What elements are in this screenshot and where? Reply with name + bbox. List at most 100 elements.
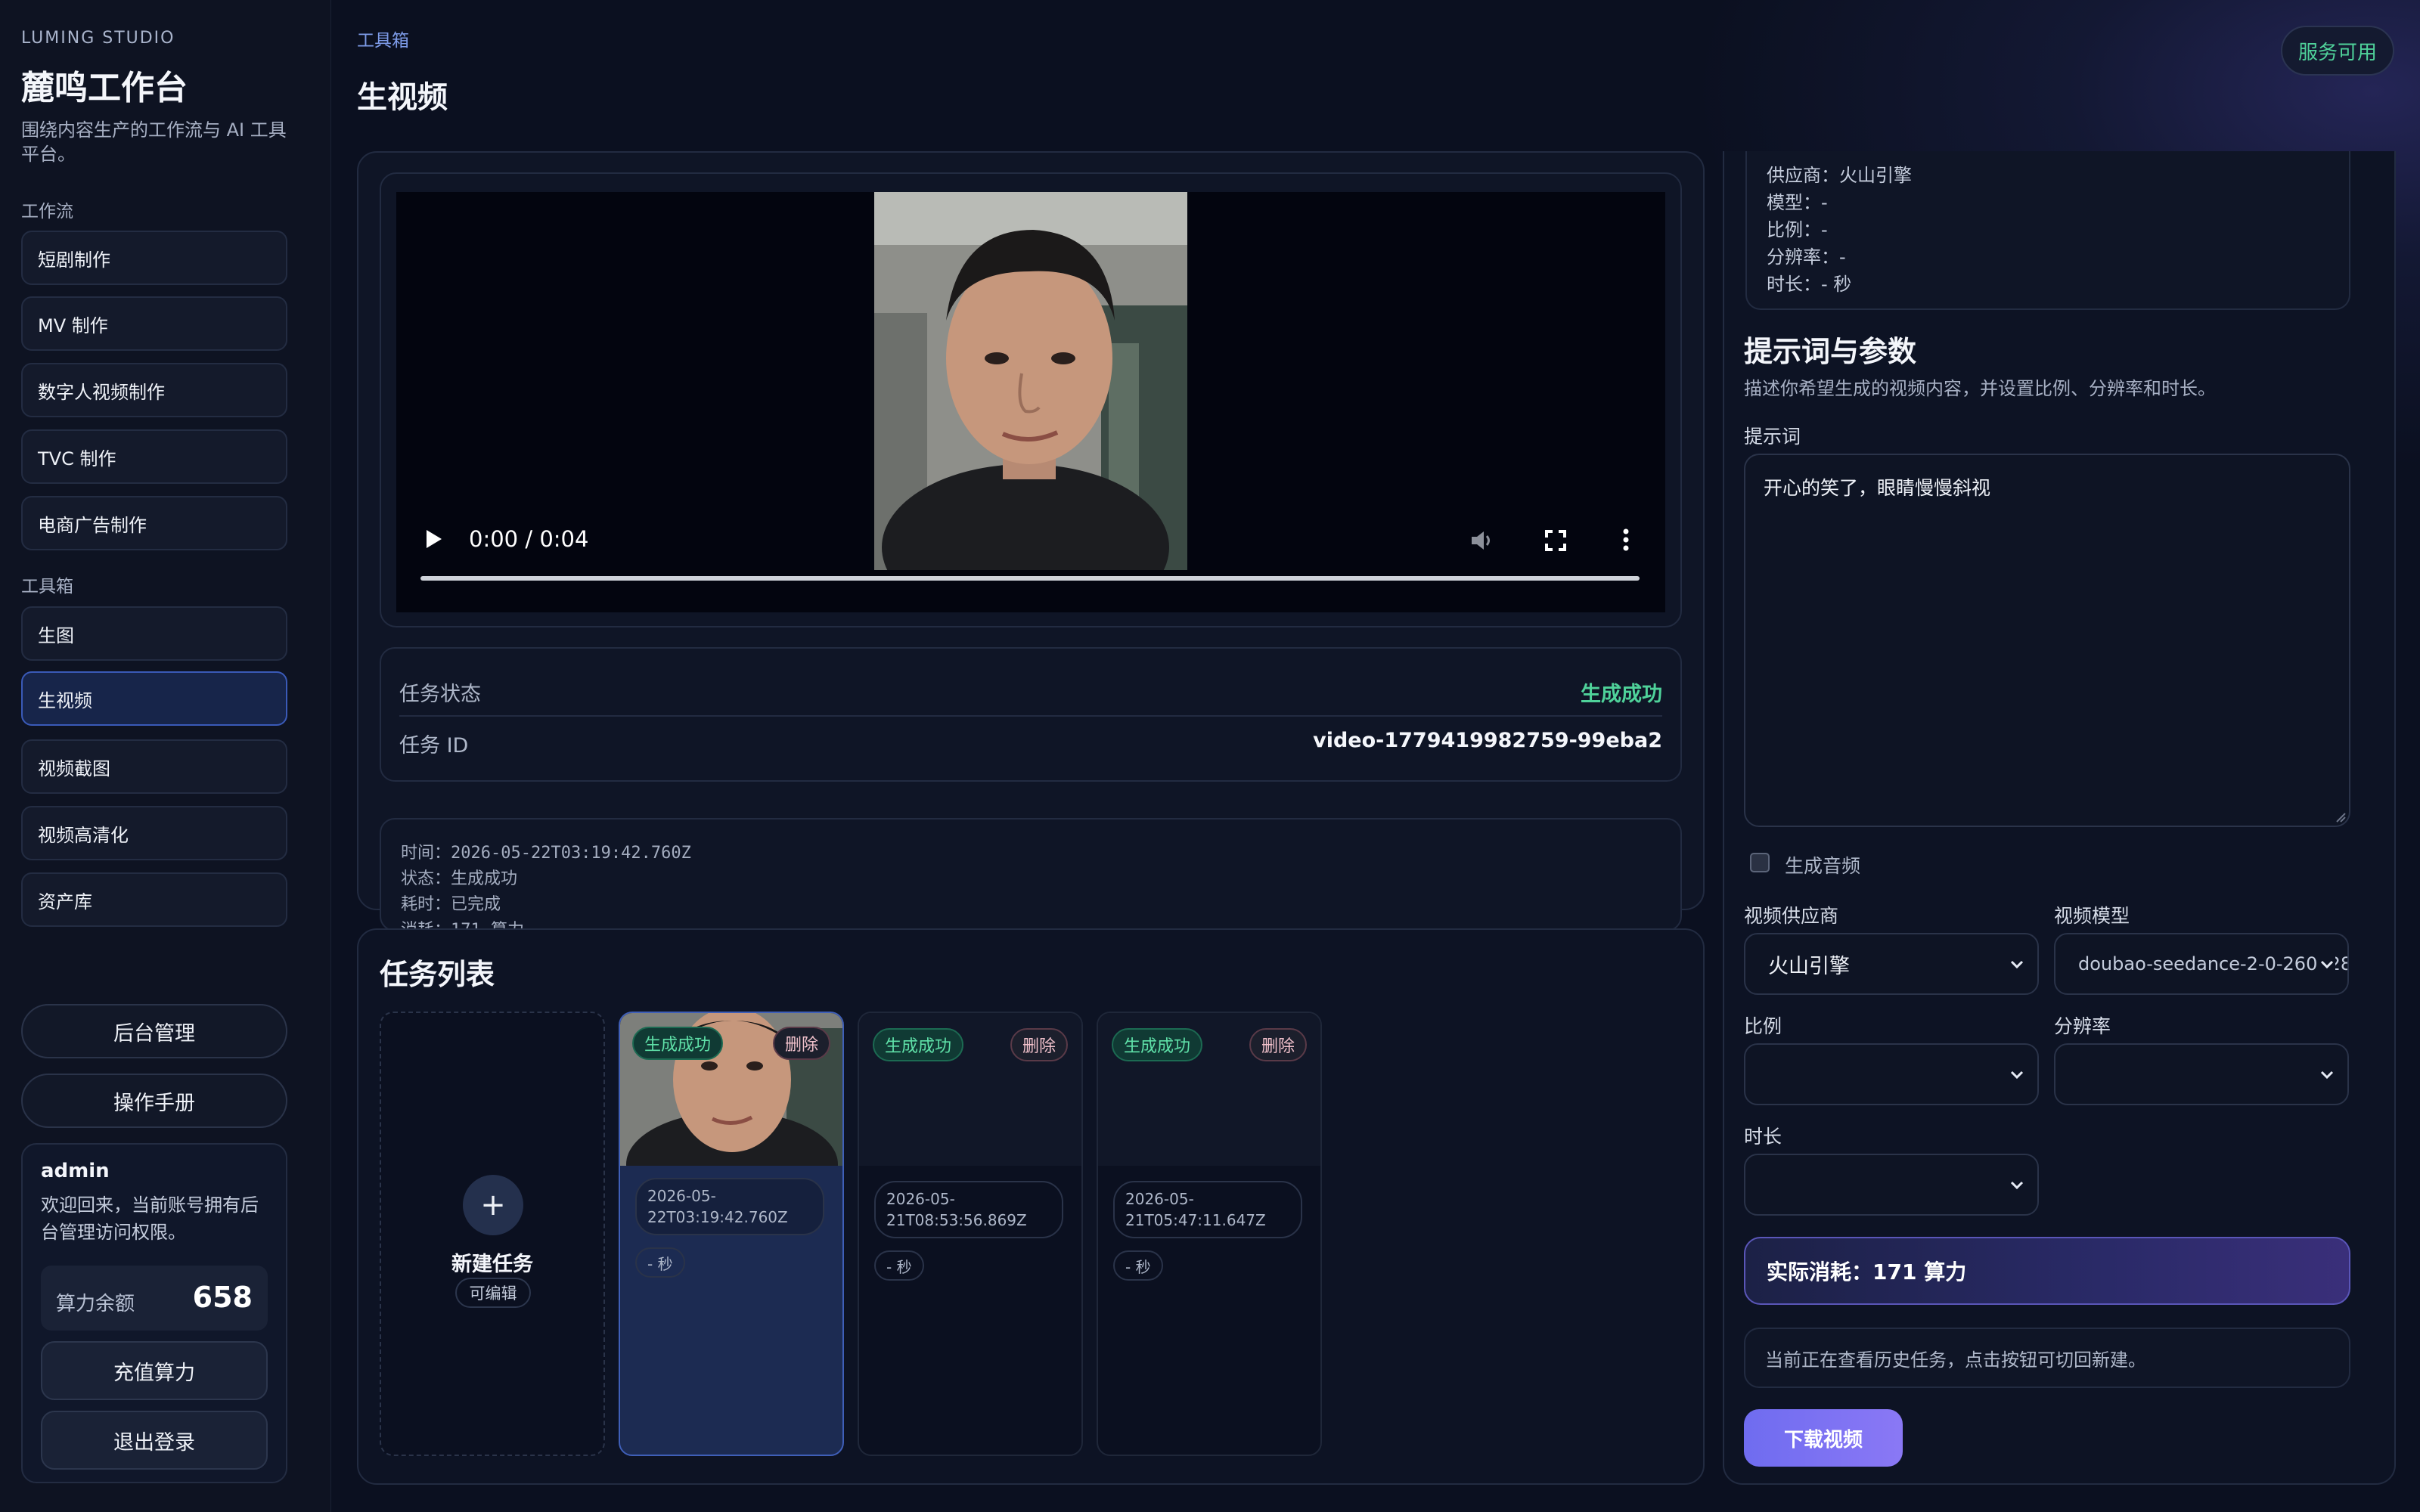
fullscreen-icon[interactable] [1544,529,1567,552]
delete-task-button[interactable]: 删除 [1010,1028,1068,1061]
breadcrumb[interactable]: 工具箱 [357,26,409,51]
credit-label: 算力余额 [56,1293,135,1315]
chevron-down-icon [2010,960,2024,969]
info-duration: 时长：- 秒 [1767,274,1852,295]
video-thumbnail [874,192,1187,570]
task-id-value: video-1779419982759-99eba2 [1313,729,1662,752]
more-options-icon[interactable] [1620,528,1632,552]
task-status-label: 任务状态 [399,683,481,706]
brand-subtitle: LUMING STUDIO [21,29,175,48]
task-status-badge: 生成成功 [873,1028,964,1061]
logout-button[interactable]: 退出登录 [41,1411,268,1470]
params-description: 描述你希望生成的视频内容，并设置比例、分辨率和时长。 [1744,378,2216,399]
admin-button[interactable]: 后台管理 [21,1004,287,1058]
video-progress-bar[interactable] [420,576,1640,581]
chevron-down-icon [2320,1070,2334,1080]
model-select[interactable]: doubao-seedance-2-0-260128 [2054,933,2349,995]
resolution-select[interactable] [2054,1043,2349,1105]
workflow-section-label: 工作流 [21,202,73,222]
sidebar-item-ecommerce-ad[interactable]: 电商广告制作 [21,496,287,550]
task-date: 2026-05-22T03:19:42.760Z [635,1178,824,1235]
provider-select-value: 火山引擎 [1768,954,1850,978]
model-label: 视频模型 [2054,905,2130,927]
task-list-title: 任务列表 [380,958,495,991]
log-line: 耗时：已完成 [401,895,501,914]
task-card[interactable]: 生成成功 删除 2026-05-21T08:53:56.869Z - 秒 [858,1012,1083,1456]
plus-icon: + [463,1175,523,1235]
page-title: 生视频 [357,80,448,115]
info-model: 模型：- [1767,192,1828,213]
task-log: 时间：2026-05-22T03:19:42.760Z 状态：生成成功 耗时：已… [380,818,1682,931]
task-id-label: 任务 ID [399,734,469,758]
info-resolution: 分辨率：- [1767,246,1846,268]
chevron-down-icon [2010,1181,2024,1190]
duration-label: 时长 [1744,1126,1782,1148]
task-status-badge: 生成成功 [632,1027,724,1060]
model-select-value: doubao-seedance-2-0-260128 [2078,953,2349,974]
log-line: 时间：2026-05-22T03:19:42.760Z [401,844,691,863]
delete-task-button[interactable]: 删除 [1249,1028,1307,1061]
service-status-badge: 服务可用 [2281,26,2394,76]
duration-select[interactable] [1744,1154,2039,1216]
sidebar-item-short-drama[interactable]: 短剧制作 [21,231,287,285]
task-card[interactable]: 生成成功 删除 2026-05-21T05:47:11.647Z - 秒 [1097,1012,1322,1456]
resize-handle-icon[interactable] [2335,812,2346,823]
task-status-table: 任务状态 生成成功 任务 ID video-1779419982759-99eb… [380,647,1682,782]
task-status-value: 生成成功 [1581,683,1662,706]
resolution-label: 分辨率 [2054,1015,2111,1037]
video-time-display: 0:00 / 0:04 [469,526,589,552]
ratio-select[interactable] [1744,1043,2039,1105]
task-card[interactable]: 生成成功 删除 2026-05-22T03:19:42.760Z - 秒 [619,1012,844,1456]
sidebar-item-image-gen[interactable]: 生图 [21,606,287,661]
play-icon[interactable] [424,528,445,550]
task-date: 2026-05-21T08:53:56.869Z [874,1181,1063,1238]
brand-title: 麓鸣工作台 [21,69,188,107]
sidebar-item-asset-library[interactable]: 资产库 [21,872,287,927]
portrait-image [874,192,1187,570]
task-date: 2026-05-21T05:47:11.647Z [1113,1181,1302,1238]
new-task-card[interactable]: + 新建任务 可编辑 [380,1012,605,1456]
log-line: 状态：生成成功 [401,869,518,888]
sidebar-item-video-upscale[interactable]: 视频高清化 [21,806,287,860]
toolbox-section-label: 工具箱 [21,577,73,596]
row-divider [399,715,1662,717]
user-name: admin [41,1160,110,1182]
sidebar-item-mv[interactable]: MV 制作 [21,296,287,351]
chevron-down-icon [2010,1070,2024,1080]
user-description: 欢迎回来，当前账号拥有后台管理访问权限。 [41,1194,259,1243]
task-info-box: 供应商：火山引擎 模型：- 比例：- 分辨率：- 时长：- 秒 [1745,151,2350,310]
editable-badge: 可编辑 [455,1278,531,1308]
ratio-label: 比例 [1744,1015,1782,1037]
download-video-button[interactable]: 下载视频 [1744,1409,1903,1467]
history-hint: 当前正在查看历史任务，点击按钮可切回新建。 [1744,1328,2350,1388]
recharge-button[interactable]: 充值算力 [41,1341,268,1400]
info-provider: 供应商：火山引擎 [1767,165,1912,186]
chevron-down-icon [2319,956,2335,972]
credit-box: 算力余额 658 [41,1266,268,1331]
credit-value: 658 [192,1281,253,1314]
audio-label: 生成音频 [1785,855,1861,877]
manual-button[interactable]: 操作手册 [21,1074,287,1128]
provider-select[interactable]: 火山引擎 [1744,933,2039,995]
info-ratio: 比例：- [1767,219,1828,240]
audio-checkbox[interactable] [1750,853,1770,872]
params-heading: 提示词与参数 [1744,335,1917,368]
sidebar-item-video-screenshot[interactable]: 视频截图 [21,739,287,794]
volume-icon[interactable] [1470,529,1496,552]
sidebar: LUMING STUDIO 麓鸣工作台 围绕内容生产的工作流与 AI 工具平台。… [0,0,331,1512]
sidebar-item-digital-human[interactable]: 数字人视频制作 [21,363,287,417]
delete-task-button[interactable]: 删除 [772,1027,830,1060]
new-task-label: 新建任务 [451,1253,533,1276]
task-duration: - 秒 [1113,1250,1163,1281]
user-card: admin 欢迎回来，当前账号拥有后台管理访问权限。 算力余额 658 充值算力… [21,1143,287,1483]
cost-summary: 实际消耗：171 算力 [1744,1237,2350,1305]
provider-label: 视频供应商 [1744,905,1839,927]
prompt-label: 提示词 [1744,426,1801,448]
task-duration: - 秒 [874,1250,924,1281]
prompt-textarea[interactable]: 开心的笑了，眼睛慢慢斜视 [1744,454,2350,827]
task-duration: - 秒 [635,1247,685,1278]
brand-description: 围绕内容生产的工作流与 AI 工具平台。 [21,119,287,165]
sidebar-item-tvc[interactable]: TVC 制作 [21,429,287,484]
sidebar-item-video-gen[interactable]: 生视频 [21,671,287,726]
task-status-badge: 生成成功 [1112,1028,1203,1061]
